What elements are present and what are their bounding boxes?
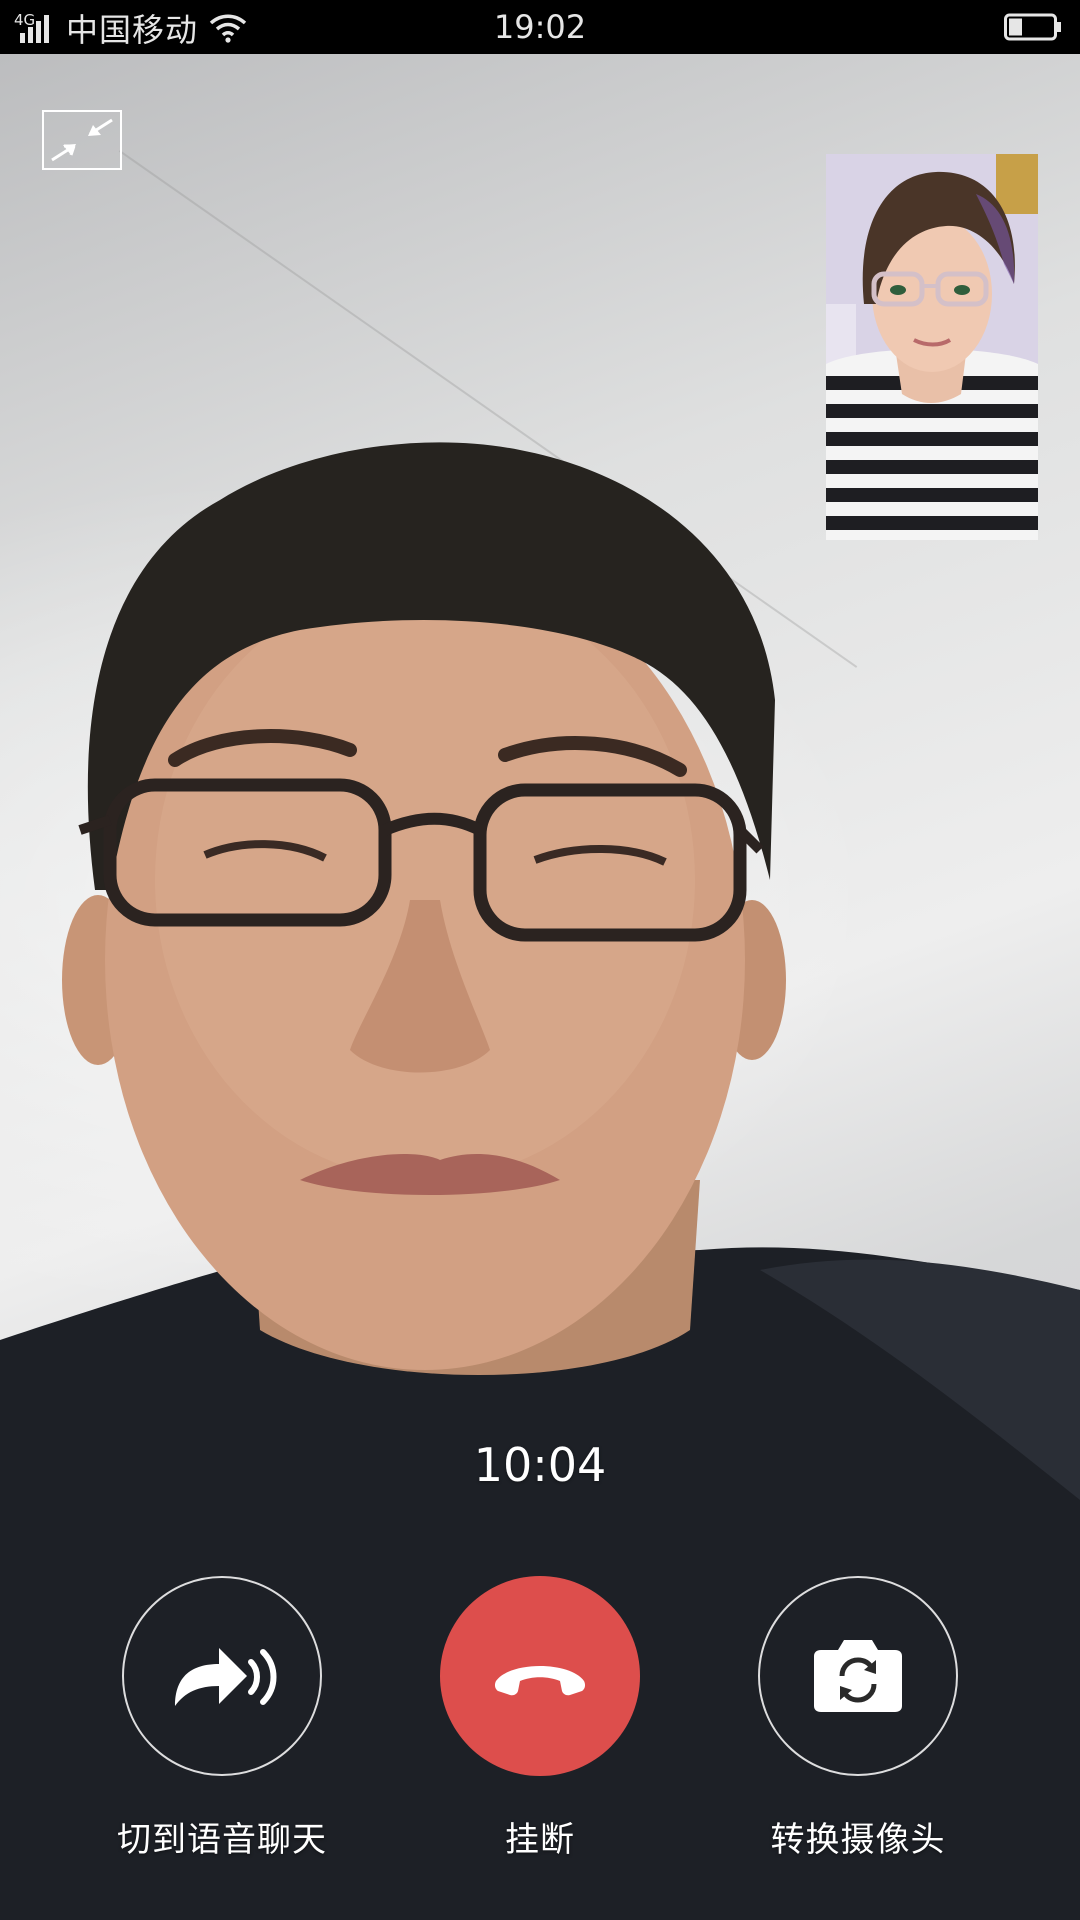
switch-camera-label: 转换摄像头 — [770, 1820, 946, 1860]
self-video-preview[interactable] — [826, 154, 1038, 540]
voice-forward-icon — [175, 1648, 277, 1706]
minimize-button[interactable] — [42, 110, 122, 170]
switch-to-voice-circle[interactable] — [122, 1576, 322, 1776]
phone-hangup-icon — [494, 1666, 586, 1696]
switch-camera-button[interactable]: 转换摄像头 — [698, 1576, 1018, 1861]
camera-switch-icon — [814, 1640, 902, 1712]
call-duration: 10:04 — [473, 1438, 607, 1492]
battery-icon — [1004, 13, 1061, 41]
switch-to-voice-label: 切到语音聊天 — [117, 1820, 327, 1860]
status-time: 19:02 — [493, 8, 587, 46]
minimize-arrows-icon — [51, 118, 113, 162]
status-bar: 4G 中国移动 19:02 — [0, 0, 1080, 54]
switch-to-voice-button[interactable]: 切到语音聊天 — [62, 1576, 382, 1861]
hang-up-button[interactable]: 挂断 — [380, 1576, 700, 1861]
hang-up-circle[interactable] — [440, 1576, 640, 1776]
hang-up-label: 挂断 — [505, 1820, 575, 1860]
self-participant-image — [826, 154, 1038, 540]
switch-camera-circle[interactable] — [758, 1576, 958, 1776]
